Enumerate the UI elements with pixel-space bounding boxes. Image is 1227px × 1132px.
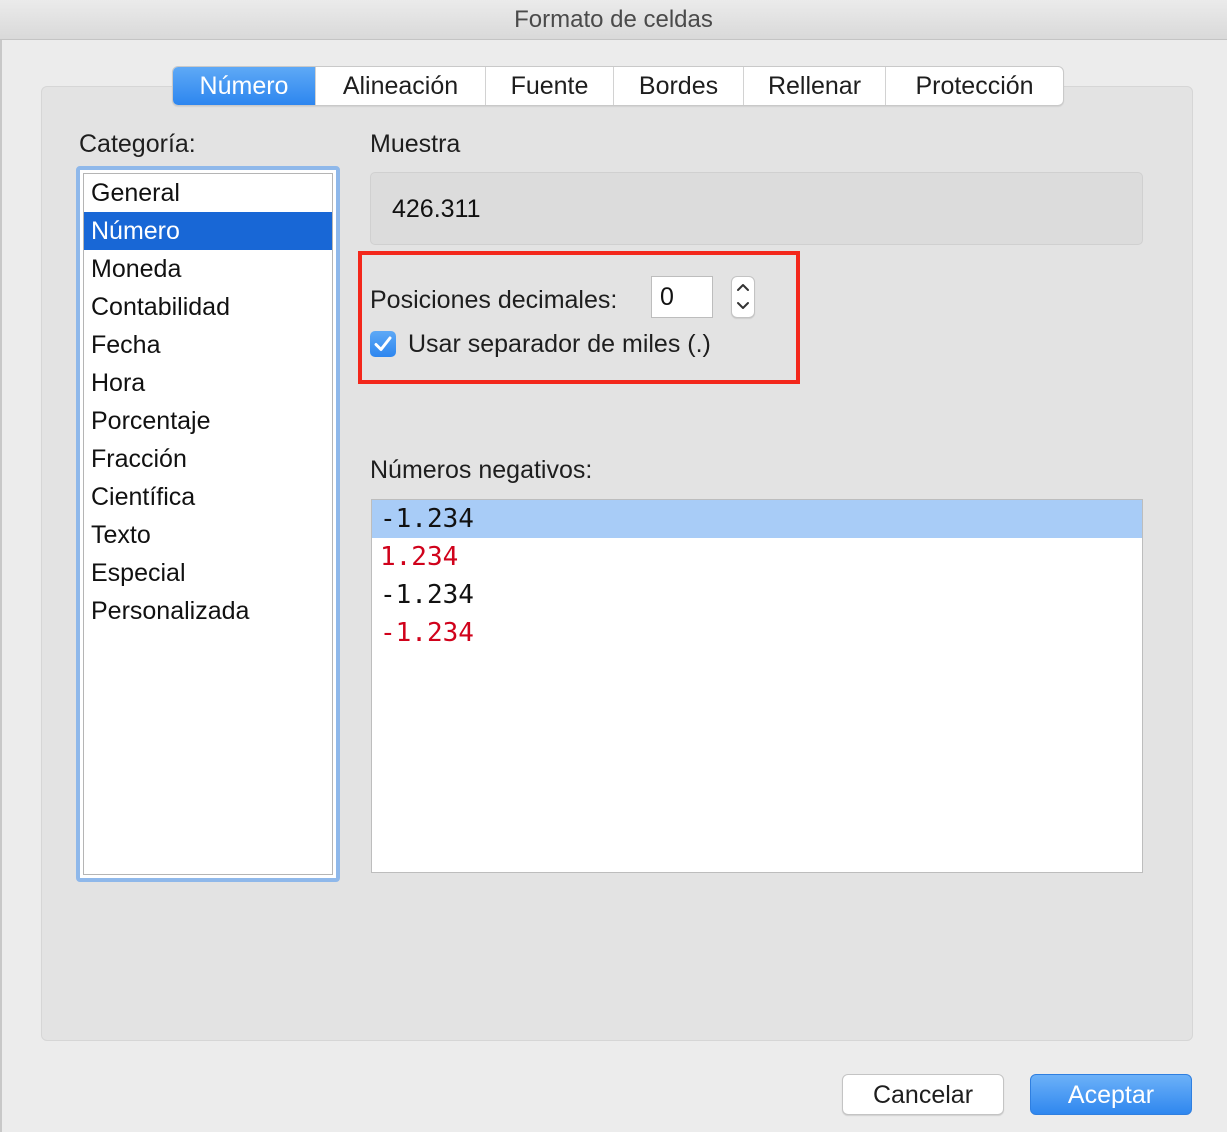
category-item-contabilidad[interactable]: Contabilidad	[84, 288, 332, 326]
tab-alineacion[interactable]: Alineación	[316, 67, 486, 105]
tab-bordes[interactable]: Bordes	[614, 67, 744, 105]
category-label: Categoría:	[79, 130, 196, 158]
checkmark-icon	[374, 336, 392, 351]
sample-label: Muestra	[370, 130, 461, 158]
category-item-texto[interactable]: Texto	[84, 516, 332, 554]
title-bar: Formato de celdas	[0, 0, 1227, 40]
category-item-personalizada[interactable]: Personalizada	[84, 592, 332, 630]
category-item-fraccion[interactable]: Fracción	[84, 440, 332, 478]
negative-format-option-3[interactable]: -1.234	[372, 576, 1142, 614]
sample-preview: 426.311	[370, 172, 1143, 245]
category-item-general[interactable]: General	[84, 174, 332, 212]
category-item-moneda[interactable]: Moneda	[84, 250, 332, 288]
chevron-down-icon[interactable]	[732, 297, 754, 317]
decimal-places-label: Posiciones decimales:	[370, 286, 618, 314]
tab-proteccion[interactable]: Protección	[886, 67, 1063, 105]
ok-button[interactable]: Aceptar	[1030, 1074, 1192, 1115]
tab-numero[interactable]: Número	[173, 67, 316, 105]
negative-numbers-list[interactable]: -1.234 1.234 -1.234 -1.234	[371, 499, 1143, 873]
category-item-hora[interactable]: Hora	[84, 364, 332, 402]
tab-rellenar[interactable]: Rellenar	[744, 67, 886, 105]
decimal-places-stepper[interactable]	[731, 276, 755, 318]
category-item-especial[interactable]: Especial	[84, 554, 332, 592]
tab-bar: Número Alineación Fuente Bordes Rellenar…	[172, 66, 1064, 106]
negative-numbers-label: Números negativos:	[370, 456, 593, 484]
category-item-porcentaje[interactable]: Porcentaje	[84, 402, 332, 440]
sample-value: 426.311	[392, 195, 481, 223]
window-edge	[0, 40, 2, 1132]
category-item-numero[interactable]: Número	[84, 212, 332, 250]
tab-fuente[interactable]: Fuente	[486, 67, 614, 105]
cancel-button[interactable]: Cancelar	[842, 1074, 1004, 1115]
thousands-separator-checkbox[interactable]	[370, 331, 396, 357]
category-list-inner: General Número Moneda Contabilidad Fecha…	[83, 173, 333, 875]
decimal-places-input[interactable]: 0	[651, 276, 713, 318]
chevron-up-icon[interactable]	[732, 277, 754, 297]
negative-format-option-4[interactable]: -1.234	[372, 614, 1142, 652]
category-item-fecha[interactable]: Fecha	[84, 326, 332, 364]
negative-format-option-1[interactable]: -1.234	[372, 500, 1142, 538]
window-title: Formato de celdas	[514, 6, 713, 33]
category-list[interactable]: General Número Moneda Contabilidad Fecha…	[76, 166, 340, 882]
category-item-cientifica[interactable]: Científica	[84, 478, 332, 516]
negative-format-option-2[interactable]: 1.234	[372, 538, 1142, 576]
thousands-separator-label[interactable]: Usar separador de miles (.)	[408, 330, 711, 359]
